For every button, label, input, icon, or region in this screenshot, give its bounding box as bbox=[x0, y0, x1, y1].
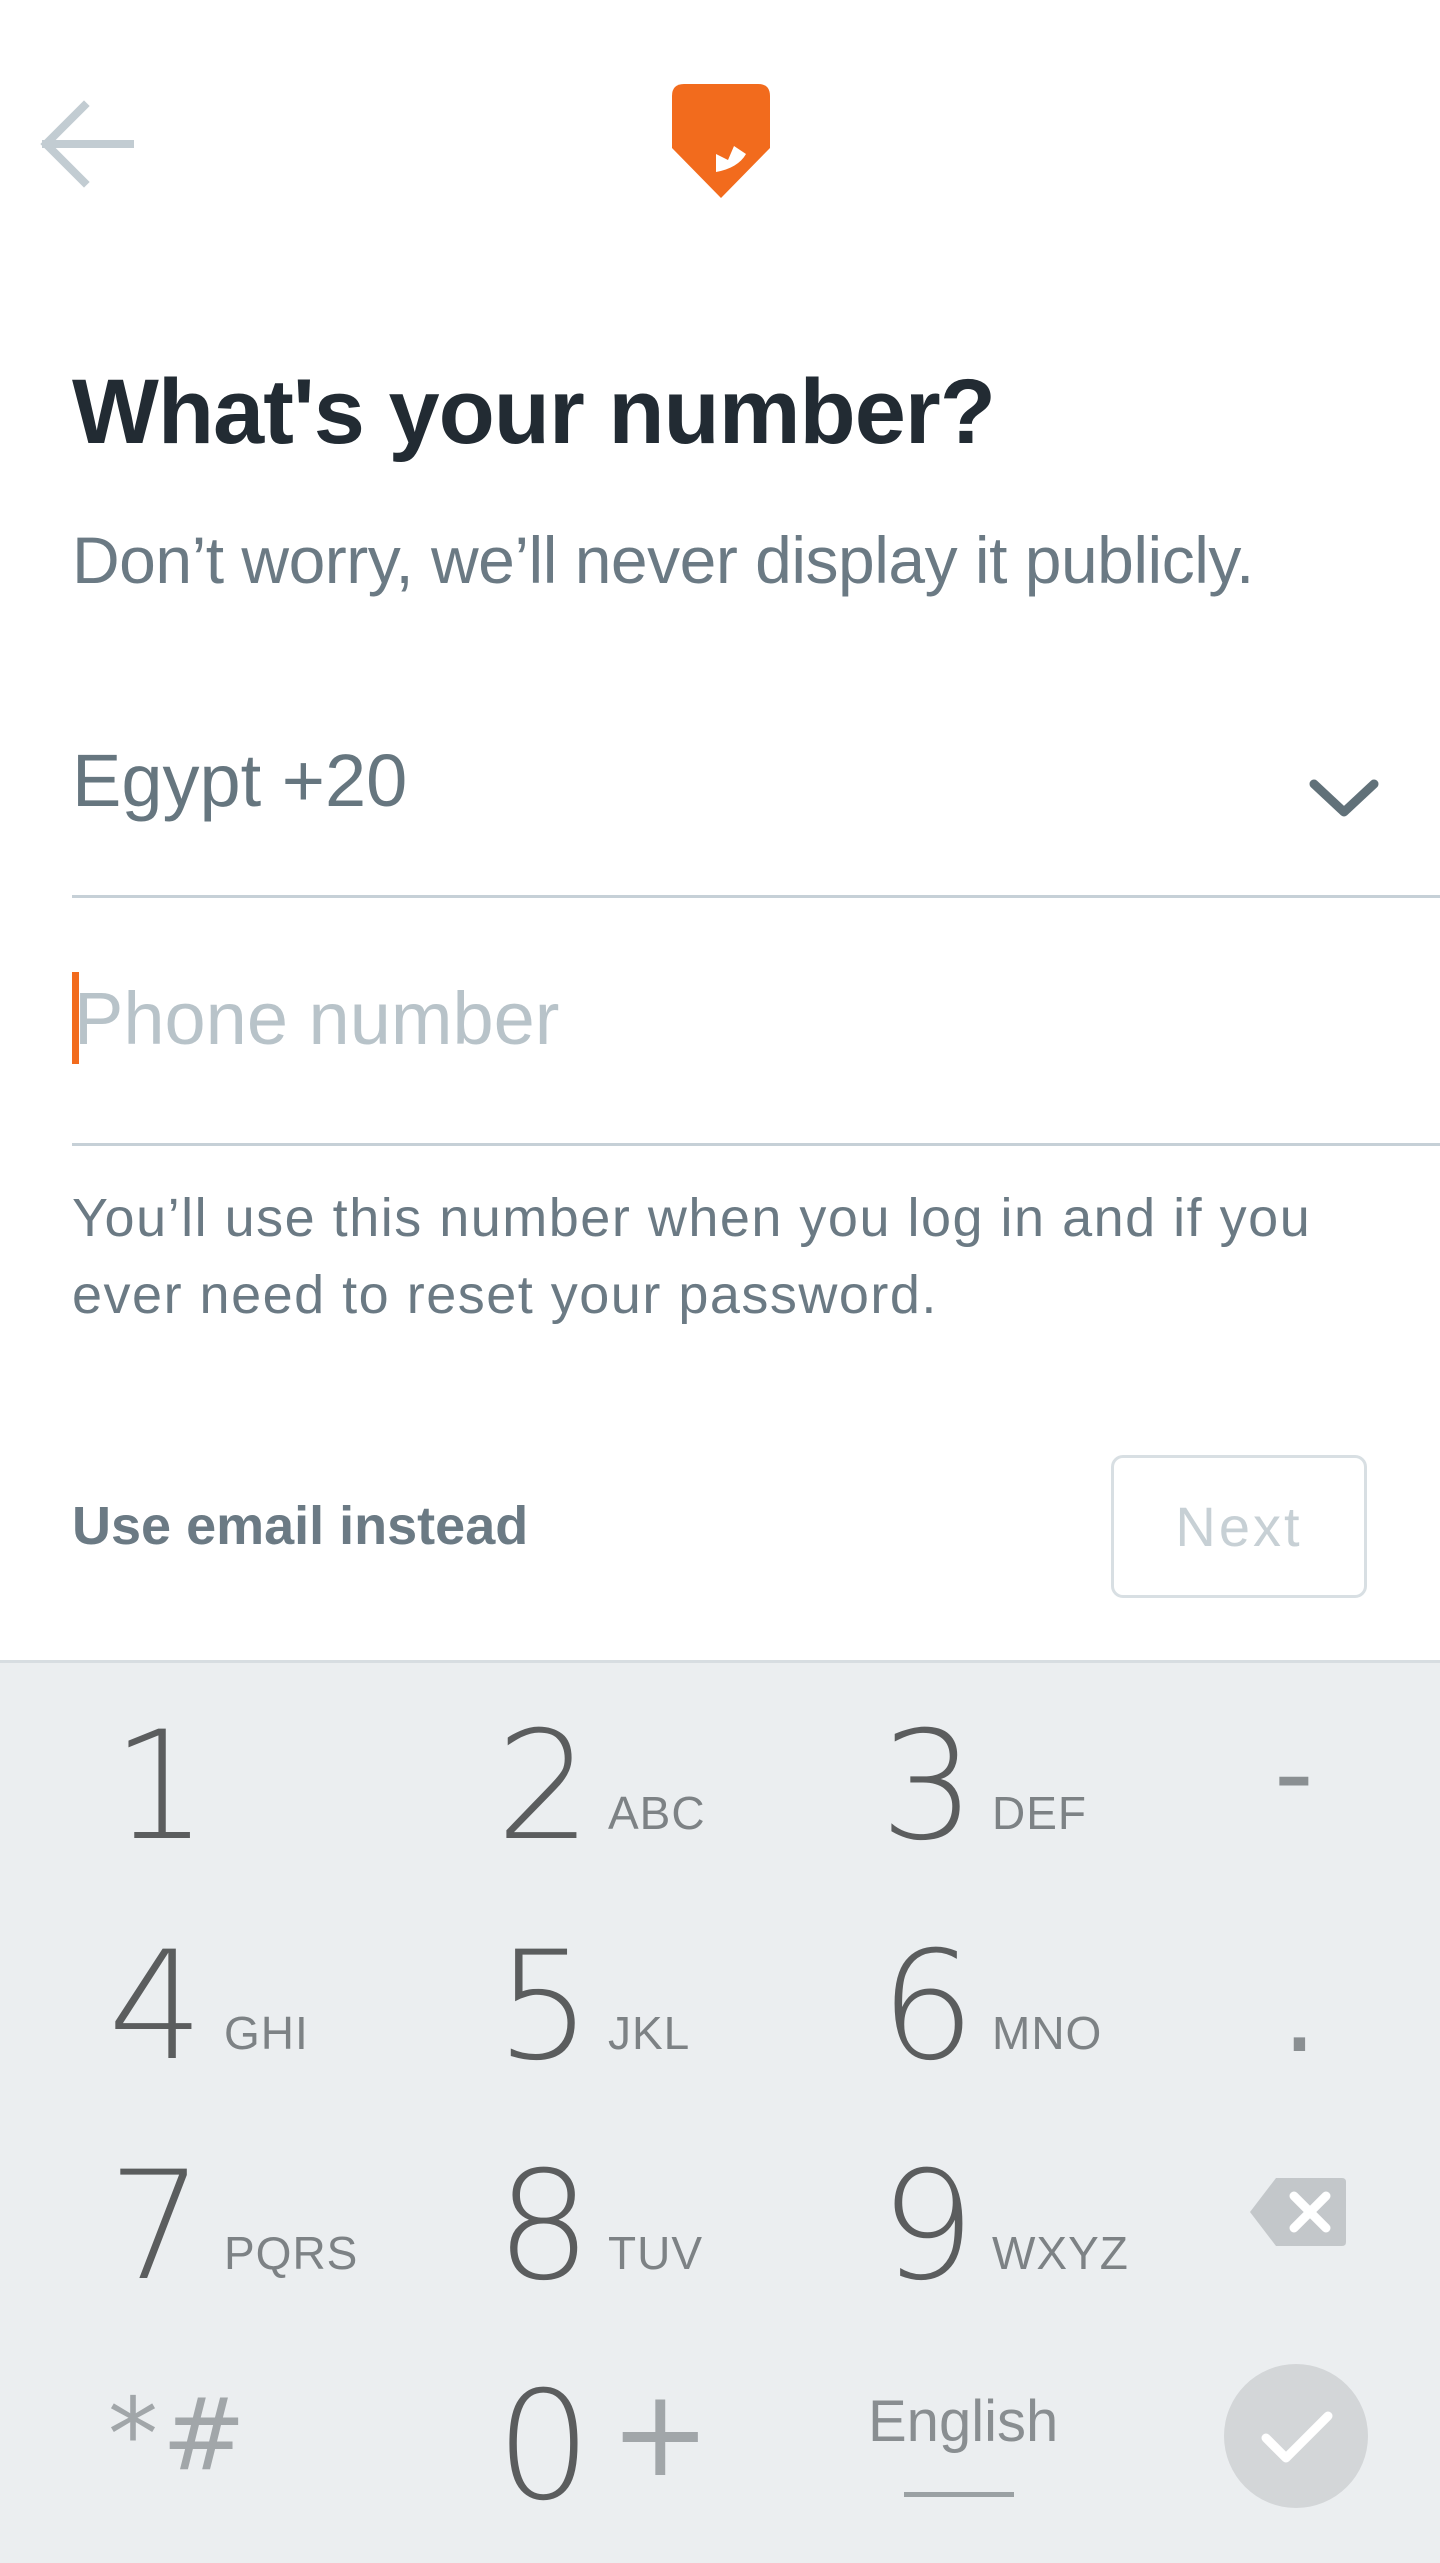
key-dot[interactable]: . bbox=[1282, 1958, 1317, 2068]
key-letters: JKL bbox=[608, 2007, 691, 2059]
next-button[interactable]: Next bbox=[1111, 1455, 1367, 1598]
language-switch-key[interactable]: English bbox=[868, 2388, 1058, 2455]
use-email-link[interactable]: Use email instead bbox=[72, 1495, 528, 1557]
key-letters: MNO bbox=[992, 2007, 1103, 2059]
key-digit: 2 bbox=[496, 1700, 592, 1874]
key-digit: 9 bbox=[880, 2140, 976, 2314]
page-subtitle: Don’t worry, we’ll never display it publ… bbox=[72, 523, 1254, 597]
key-plus[interactable]: + bbox=[610, 2375, 711, 2495]
key-digit: 7 bbox=[108, 2140, 204, 2314]
country-select[interactable]: Egypt +20 bbox=[72, 718, 1440, 898]
key-digit: 8 bbox=[496, 2140, 592, 2314]
backspace-key[interactable] bbox=[1248, 2176, 1348, 2248]
key-digit: 4 bbox=[108, 1920, 204, 2094]
done-key[interactable] bbox=[1224, 2364, 1368, 2508]
country-label: Egypt +20 bbox=[72, 739, 408, 822]
key-digit: 1 bbox=[112, 1700, 208, 1874]
key-letters: WXYZ bbox=[992, 2227, 1129, 2279]
checkmark-icon bbox=[1261, 2411, 1333, 2463]
back-button[interactable] bbox=[32, 88, 142, 198]
key-letters: TUV bbox=[608, 2227, 703, 2279]
arrow-left-icon bbox=[40, 100, 134, 188]
key-letters: GHI bbox=[224, 2007, 309, 2059]
orange-shield-logo-icon bbox=[672, 84, 770, 198]
app-logo bbox=[668, 80, 774, 202]
key-star-hash[interactable]: *# bbox=[108, 2380, 250, 2490]
language-underline bbox=[904, 2492, 1014, 2497]
phone-placeholder: Phone number bbox=[74, 977, 560, 1060]
key-dash[interactable]: - bbox=[1274, 1718, 1314, 1828]
page-title: What's your number? bbox=[72, 361, 996, 463]
key-digit: 3 bbox=[880, 1700, 976, 1874]
key-digit: 6 bbox=[880, 1920, 976, 2094]
phone-number-input[interactable]: Phone number bbox=[72, 960, 1440, 1146]
backspace-icon bbox=[1250, 2178, 1346, 2246]
key-digit: 0 bbox=[496, 2360, 592, 2534]
chevron-down-icon bbox=[1309, 779, 1379, 817]
key-letters: ABC bbox=[608, 1787, 706, 1839]
key-letters: DEF bbox=[992, 1787, 1087, 1839]
helper-text: You’ll use this number when you log in a… bbox=[72, 1188, 1312, 1325]
key-digit: 5 bbox=[496, 1920, 592, 2094]
key-letters: PQRS bbox=[224, 2227, 359, 2279]
